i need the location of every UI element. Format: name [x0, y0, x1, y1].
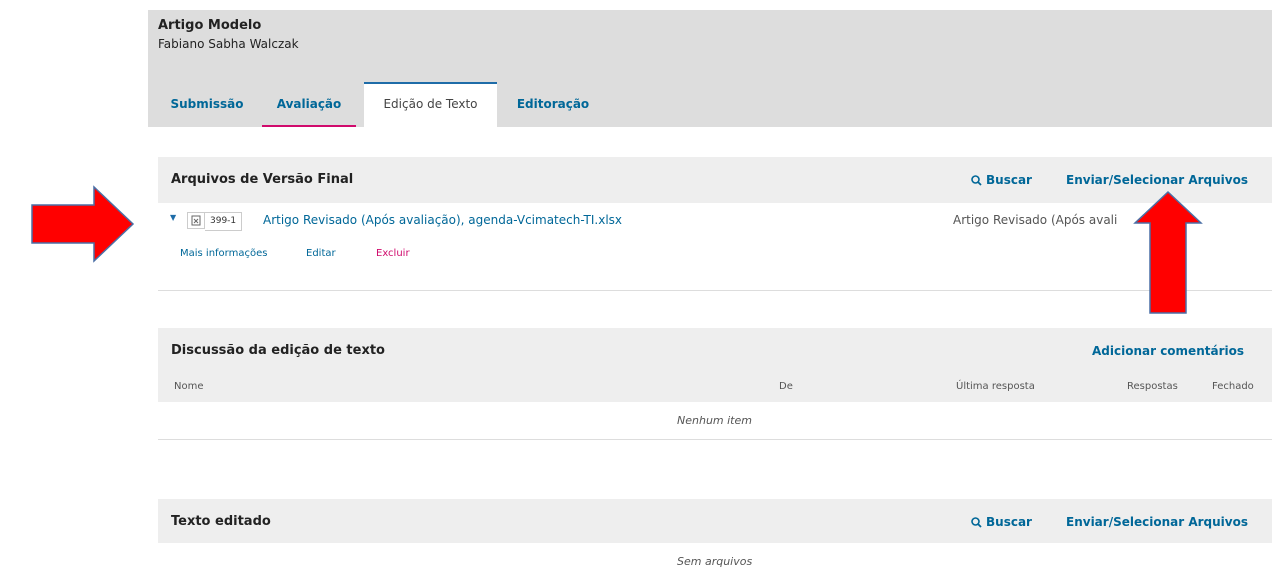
final-files-header: Arquivos de Versão Final Buscar Enviar/S…: [158, 157, 1272, 203]
edited-text-title: Texto editado: [171, 514, 271, 529]
more-info-link[interactable]: Mais informações: [180, 248, 267, 259]
column-header-name: Nome: [174, 381, 204, 392]
submission-author: Fabiano Sabha Walczak: [158, 37, 299, 51]
discussion-title: Discussão da edição de texto: [171, 343, 385, 358]
file-name-link[interactable]: Artigo Revisado (Após avaliação), agenda…: [263, 213, 622, 227]
column-header-last-reply: Última resposta: [956, 381, 1035, 392]
column-header-closed: Fechado: [1212, 381, 1254, 392]
up-arrow-annotation: [1133, 190, 1203, 314]
final-files-title: Arquivos de Versão Final: [171, 172, 354, 187]
tab-production[interactable]: Editoração: [503, 82, 603, 127]
submission-title: Artigo Modelo: [158, 18, 262, 33]
discussion-column-headers: Nome De Última resposta Respostas Fechad…: [158, 371, 1272, 402]
file-type-icon: [187, 212, 205, 229]
final-file-row: ▼ 399-1 Artigo Revisado (Após avaliação)…: [158, 203, 1272, 263]
edited-text-empty-text: Sem arquivos: [677, 555, 753, 568]
discussion-empty-text: Nenhum item: [677, 414, 752, 427]
column-header-replies: Respostas: [1127, 381, 1178, 392]
tab-submission[interactable]: Submissão: [158, 82, 256, 127]
final-files-search-label: Buscar: [986, 173, 1032, 187]
divider: [158, 439, 1272, 440]
final-files-upload-button[interactable]: Enviar/Selecionar Arquivos: [1066, 173, 1248, 187]
add-comment-button[interactable]: Adicionar comentários: [1092, 344, 1244, 358]
column-header-from: De: [779, 381, 793, 392]
edited-text-search-label: Buscar: [986, 515, 1032, 529]
right-arrow-annotation: [31, 185, 135, 263]
tab-review[interactable]: Avaliação: [262, 82, 356, 127]
edited-text-header: Texto editado Buscar Enviar/Selecionar A…: [158, 499, 1272, 543]
file-id-badge: 399-1: [205, 212, 243, 231]
expand-chevron-icon[interactable]: ▼: [170, 213, 176, 222]
search-icon: [971, 175, 982, 189]
edited-text-search-button[interactable]: Buscar: [971, 515, 1032, 531]
edit-link[interactable]: Editar: [306, 248, 336, 259]
divider: [158, 290, 1272, 291]
file-type-label: Artigo Revisado (Após avali: [953, 213, 1118, 227]
delete-link[interactable]: Excluir: [376, 248, 410, 259]
search-icon: [971, 517, 982, 531]
discussion-header: Discussão da edição de texto Adicionar c…: [158, 328, 1272, 371]
tab-copyediting[interactable]: Edição de Texto: [364, 82, 497, 127]
submission-header: Artigo Modelo Fabiano Sabha Walczak Subm…: [148, 10, 1272, 127]
final-files-search-button[interactable]: Buscar: [971, 173, 1032, 189]
edited-text-upload-button[interactable]: Enviar/Selecionar Arquivos: [1066, 515, 1248, 529]
